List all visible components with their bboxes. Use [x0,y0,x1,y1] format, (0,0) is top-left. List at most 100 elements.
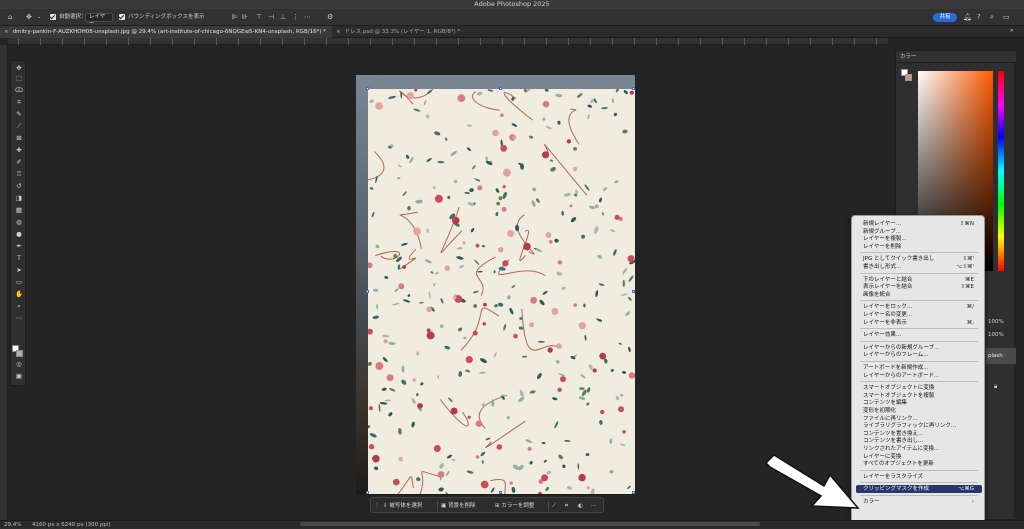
leaf [446,454,453,459]
transform-handle-left[interactable] [366,290,369,293]
marquee-tool-icon[interactable]: ⬚ [11,74,27,83]
menu-item-shortcut: ⌥⇧⌘' [956,264,974,270]
drag-handle-icon[interactable]: ⋮ [374,501,380,511]
transform-handle-bottom[interactable] [499,491,502,494]
workspace-icon[interactable]: ▭ [1003,13,1010,21]
menu-item[interactable]: レイヤー効果... [856,331,982,339]
adjustment-icon[interactable]: ◐ [578,501,583,511]
lock-icon[interactable]: 🔒︎ [994,383,997,391]
background-color-swatch[interactable] [16,350,23,357]
lasso-tool-icon[interactable]: ↀ [11,86,27,95]
chevron-down-icon[interactable]: ⌄ [37,13,41,21]
transform-handle-br[interactable] [632,491,635,494]
divider [437,501,438,511]
screen-mode-icon[interactable]: ▣ [11,372,27,381]
align-center-icon[interactable]: ⊪ [242,13,248,21]
adjust-color-button[interactable]: ⊞ カラーを調整 [495,501,534,511]
zoom-level[interactable]: 29.4% [4,521,21,529]
distribute-icon[interactable]: ⋮ [292,13,299,21]
transform-icon[interactable]: ⌗ [565,501,568,511]
leaf [424,259,432,264]
document-info[interactable]: 4160 px x 6240 px (300 ppi) [32,521,111,529]
align-left-icon[interactable]: ⊫ [232,13,238,21]
brush-icon[interactable]: ⟋ [552,501,556,511]
help-icon[interactable]: ? [977,13,981,21]
leaf [581,234,586,239]
eyedropper-icon[interactable]: ⟋ [11,122,27,131]
gradient-tool-icon[interactable]: ▦ [11,206,27,215]
history-brush-icon[interactable]: ↺ [11,182,27,191]
floral-pattern-layer[interactable] [368,89,635,494]
tab-document-2[interactable]: × ドレス.psd @ 33.3% (レイヤー 1, RGB/8*) * [332,26,512,38]
bell-icon[interactable]: 🔔︎ [963,13,972,21]
close-icon[interactable]: × [336,29,341,35]
more-options-icon[interactable]: ⋯ [304,13,311,21]
tab-overflow-icon[interactable]: » [1010,27,1014,35]
dodge-tool-icon[interactable]: ● [11,230,27,239]
align-bottom-icon[interactable]: ⊥ [280,13,286,21]
hand-tool-icon[interactable]: ✋ [11,290,27,299]
healing-brush-icon[interactable]: ✚ [11,146,27,155]
select-subject-button[interactable]: ⇩ 被写体を選択 [383,501,422,511]
gear-icon[interactable]: ⚙ [327,13,333,21]
menu-item[interactable]: レイヤーを非表示 ⌘, [856,319,982,327]
clone-stamp-icon[interactable]: ♖ [11,170,27,179]
menu-item[interactable]: レイヤーからのアートボード... [856,372,982,380]
panel-background-swatch[interactable] [905,74,912,81]
menu-item-label: カラー [863,499,880,505]
title-bar: Adobe Photoshop 2025 [0,0,1024,9]
ruler-tick [656,38,657,45]
layer-select-dropdown[interactable]: レイヤー [85,13,113,27]
leaf [384,275,389,280]
shape-tool-icon[interactable]: ▭ [11,278,27,287]
pen-tool-icon[interactable]: ✒ [11,242,27,251]
transform-handle-tr[interactable] [632,87,635,90]
menu-item[interactable]: レイヤーからのフレーム... [856,351,982,359]
align-middle-icon[interactable]: ⊣ [268,13,274,21]
quick-mask-icon[interactable]: ◎ [11,360,27,369]
hue-slider[interactable] [998,71,1004,271]
more-tools-icon[interactable]: ⋯ [11,314,27,323]
share-button[interactable]: 共有 [933,13,957,22]
transform-handle-right[interactable] [632,290,635,293]
layer-row[interactable]: plash [986,348,1016,364]
type-tool-icon[interactable]: T [11,254,27,263]
leaf [453,179,458,184]
menu-item[interactable]: レイヤーをラスタライズ [856,473,982,481]
transform-handle-tl[interactable] [366,87,369,90]
opacity-value[interactable]: 100% [988,319,1004,325]
eraser-icon[interactable]: ◨ [11,194,27,203]
move-tool-icon[interactable]: ✥ [11,64,27,73]
transform-handle-top[interactable] [499,87,502,90]
zoom-tool-icon[interactable]: ⌕ [11,302,27,311]
crop-tool-icon[interactable]: ⌗ [11,98,27,107]
align-top-icon[interactable]: ⊤ [256,13,262,21]
menu-item[interactable]: クリッピングマスクを作成 ⌥⌘G [856,485,982,494]
flower [509,481,513,485]
home-icon[interactable]: ⌂ [8,13,12,21]
more-options-icon[interactable]: ⋯ [591,501,597,511]
blur-tool-icon[interactable]: ◍ [11,218,27,227]
menu-item[interactable]: すべてのオブジェクトを更新 [856,460,982,468]
transform-handle-bl[interactable] [366,491,369,494]
panel-title[interactable]: カラー [896,51,1016,63]
path-select-icon[interactable]: ➤ [11,266,27,275]
close-icon[interactable]: × [4,29,9,35]
frame-tool-icon[interactable]: ⊠ [11,134,27,143]
menu-item[interactable]: カラー › [856,498,982,506]
auto-select-checkbox[interactable] [50,14,56,20]
fill-value[interactable]: 100% [988,332,1004,338]
menu-item[interactable]: 書き出し形式... ⌥⇧⌘' [856,263,982,271]
remove-background-button[interactable]: ▣ 背景を削除 [441,501,475,511]
quick-select-icon[interactable]: ✎ [11,110,27,119]
move-tool-icon[interactable]: ✥ [26,13,32,21]
tab-document-1[interactable]: × dmitry-pankin-F-AUZKHOH08-unsplash.jpg … [0,26,332,38]
horizontal-scrollbar[interactable] [300,522,760,526]
brush-tool-icon[interactable]: ✐ [11,158,27,167]
leaf [506,416,511,420]
search-icon[interactable]: ⌕ [990,13,994,21]
leaf [477,270,483,273]
menu-item[interactable]: 画像を統合 [856,291,982,299]
menu-item[interactable]: レイヤーを削除 [856,243,982,251]
bounding-box-checkbox[interactable] [119,14,125,20]
